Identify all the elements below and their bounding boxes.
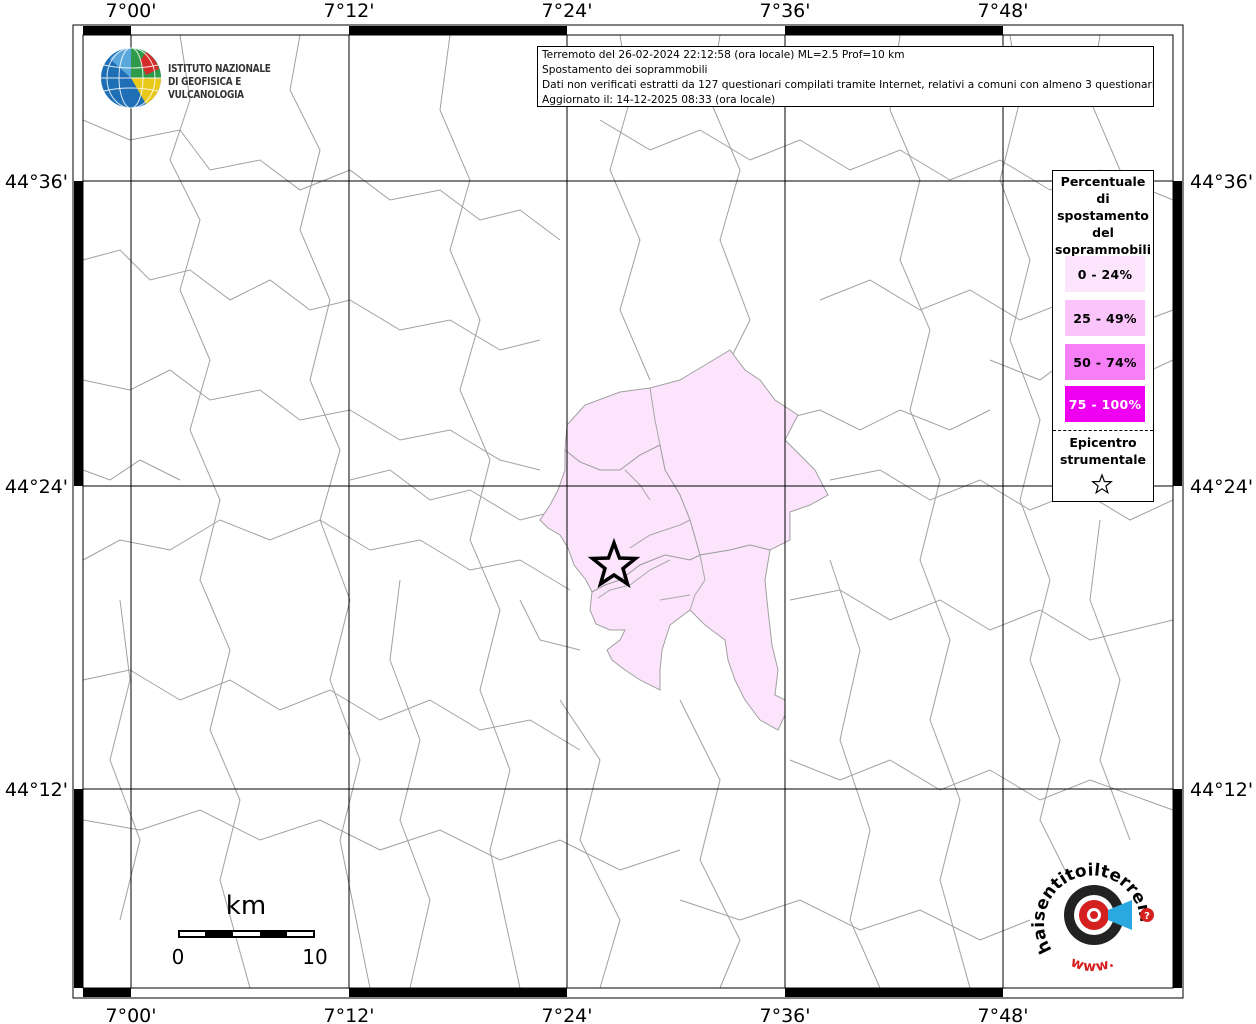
scale-min-label: 0 (172, 945, 185, 969)
scale-bar-graphic: km 0 10 (172, 891, 328, 969)
lon-label-bottom: 7°36' (760, 1005, 811, 1024)
lat-label-right: 44°36' (1190, 171, 1253, 193)
legend-epicenter-label: Epicentro strumentale (1053, 434, 1153, 468)
legend-divider (1053, 430, 1153, 431)
lon-label-top: 7°48' (978, 0, 1029, 22)
haisentito-logo: haisentitoilterremoto.it www. ? (1024, 840, 1155, 975)
legend-item-25-49: 25 - 49% (1065, 300, 1145, 336)
scale-unit: km (226, 891, 266, 921)
lat-labels-left: 44°36' 44°24' 44°12' (5, 171, 68, 801)
haisentito-badge: haisentitoilterremoto.it www. ? (1024, 840, 1160, 985)
event-info-line: Terremoto del 26-02-2024 22:12:58 (ora l… (542, 49, 905, 61)
legend-title: Percentuale di spostamento del soprammob… (1053, 173, 1153, 258)
legend-epicenter-line: strumentale (1059, 452, 1147, 467)
lon-label-top: 7°24' (542, 0, 593, 22)
scale-max-label: 10 (302, 945, 327, 969)
badge-www-text: www. (1068, 954, 1116, 975)
logo-text-line2: DI GEOFISICA E VULCANOLOGIA (168, 76, 244, 101)
lon-label-bottom: 7°00' (106, 1005, 157, 1024)
lat-label-right: 44°12' (1190, 779, 1253, 801)
logo-text-line1: ISTITUTO NAZIONALE (168, 63, 271, 75)
lon-labels-top: 7°00' 7°12' 7°24' 7°36' 7°48' (106, 0, 1029, 22)
svg-text:www.: www. (1068, 954, 1117, 975)
event-info-line: Aggiornato il: 14-12-2025 08:33 (ora loc… (542, 94, 776, 106)
event-info-line: Spostamento dei soprammobili (542, 64, 708, 76)
ingv-logo: ISTITUTO NAZIONALE DI GEOFISICA E VULCAN… (100, 46, 330, 110)
legend-epicenter-line: Epicentro (1069, 435, 1137, 450)
question-icon: ? (1144, 911, 1150, 922)
event-info-box: Terremoto del 26-02-2024 22:12:58 (ora l… (537, 46, 1154, 107)
lon-label-top: 7°12' (324, 0, 375, 22)
lat-label-right: 44°24' (1190, 476, 1253, 498)
scale-bar: km 0 10 (160, 890, 340, 970)
lon-label-top: 7°36' (760, 0, 811, 22)
lon-label-top: 7°00' (106, 0, 157, 22)
legend-title-line: di (1096, 191, 1110, 206)
globe-icon (101, 47, 161, 109)
legend-title-line: del (1092, 225, 1114, 240)
lat-label-left: 44°24' (5, 476, 68, 498)
logo-text: ISTITUTO NAZIONALE DI GEOFISICA E VULCAN… (168, 63, 306, 102)
event-info-line: Dati non verificati estratti da 127 ques… (542, 79, 1154, 91)
lon-label-bottom: 7°12' (324, 1005, 375, 1024)
lat-label-left: 44°12' (5, 779, 68, 801)
lon-label-bottom: 7°24' (542, 1005, 593, 1024)
legend-star-icon (1091, 473, 1113, 495)
lon-label-bottom: 7°48' (978, 1005, 1029, 1024)
legend: Percentuale di spostamento del soprammob… (1052, 170, 1154, 502)
lat-labels-right: 44°36' 44°24' 44°12' (1190, 171, 1253, 801)
legend-title-line: Percentuale (1060, 174, 1146, 189)
legend-item-50-74: 50 - 74% (1065, 344, 1145, 380)
legend-title-line: spostamento (1057, 208, 1149, 223)
legend-item-75-100: 75 - 100% (1065, 386, 1145, 422)
lon-labels-bottom: 7°00' 7°12' 7°24' 7°36' 7°48' (106, 1005, 1029, 1024)
lat-label-left: 44°36' (5, 171, 68, 193)
legend-item-0-24: 0 - 24% (1065, 256, 1145, 292)
